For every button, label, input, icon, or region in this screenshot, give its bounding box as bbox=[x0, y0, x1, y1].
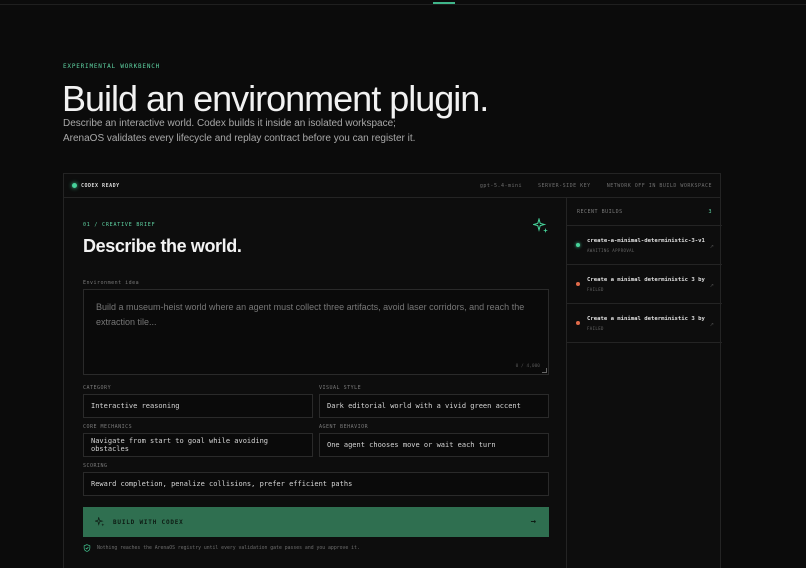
category-input[interactable]: Interactive reasoning bbox=[83, 394, 313, 418]
network-label: NETWORK OFF IN BUILD WORKSPACE bbox=[606, 182, 712, 189]
external-link-icon: ↗ bbox=[709, 320, 714, 328]
recent-builds-count: 3 bbox=[708, 208, 712, 215]
environment-idea-label: Environment idea bbox=[83, 280, 140, 286]
build-list-item[interactable]: Create a minimal deterministic 3 by FAIL… bbox=[567, 265, 722, 304]
page-title: Build an environment plugin. bbox=[62, 78, 489, 119]
hero-description: Describe an interactive world. Codex bui… bbox=[63, 116, 483, 146]
shield-check-icon bbox=[83, 544, 91, 552]
workbench-panel: CODEX READY gpt-5.4-mini SERVER-SIDE KEY… bbox=[63, 173, 722, 568]
hero-description-line-1: Describe an interactive world. Codex bui… bbox=[63, 118, 396, 129]
brief-form: 01 / CREATIVE BRIEF Describe the world. … bbox=[64, 198, 567, 568]
hero-description-line-2: ArenaOS validates every lifecycle and re… bbox=[63, 133, 416, 144]
external-link-icon: ↗ bbox=[709, 242, 714, 250]
core-mechanics-label: CORE MECHANICS bbox=[83, 424, 133, 430]
core-mechanics-input[interactable]: Navigate from start to goal while avoidi… bbox=[83, 433, 313, 457]
visual-style-label: VISUAL STYLE bbox=[319, 385, 362, 391]
section-title: Describe the world. bbox=[83, 236, 242, 256]
footnote-text: Nothing reaches the ArenaOS registry unt… bbox=[97, 545, 360, 551]
status-label: CODEX READY bbox=[81, 182, 120, 189]
model-label: gpt-5.4-mini bbox=[479, 182, 523, 189]
sparkle-icon bbox=[95, 517, 105, 527]
build-name: create-a-minimal-deterministic-3-v1 bbox=[587, 238, 705, 244]
sparkle-icon bbox=[533, 218, 548, 233]
scoring-label: SCORING bbox=[83, 463, 108, 469]
hero-eyebrow: EXPERIMENTAL WORKBENCH bbox=[63, 63, 161, 70]
build-status: FAILED bbox=[587, 326, 604, 331]
agent-behavior-label: AGENT BEHAVIOR bbox=[319, 424, 369, 430]
build-button-label: BUILD WITH CODEX bbox=[113, 518, 184, 526]
build-name: Create a minimal deterministic 3 by bbox=[587, 277, 705, 283]
build-status: AWAITING APPROVAL bbox=[587, 248, 635, 253]
external-link-icon: ↗ bbox=[709, 281, 714, 289]
top-bar bbox=[0, 0, 806, 5]
build-with-codex-button[interactable]: BUILD WITH CODEX → bbox=[83, 507, 549, 537]
build-list-item[interactable]: create-a-minimal-deterministic-3-v1 AWAI… bbox=[567, 226, 722, 265]
category-label: CATEGORY bbox=[83, 385, 112, 391]
recent-builds-title: RECENT BUILDS bbox=[577, 208, 623, 215]
environment-idea-placeholder: Build a museum-heist world where an agen… bbox=[96, 302, 525, 327]
build-status-dot bbox=[576, 243, 580, 247]
top-bar-active-indicator bbox=[433, 2, 455, 4]
environment-idea-textarea[interactable]: Build a museum-heist world where an agen… bbox=[83, 289, 549, 375]
section-label: 01 / CREATIVE BRIEF bbox=[83, 222, 156, 228]
header-meta: gpt-5.4-mini SERVER-SIDE KEY NETWORK OFF… bbox=[480, 183, 712, 189]
build-name: Create a minimal deterministic 3 by bbox=[587, 316, 705, 322]
build-list-item[interactable]: Create a minimal deterministic 3 by FAIL… bbox=[567, 304, 722, 343]
agent-behavior-input[interactable]: One agent chooses move or wait each turn bbox=[319, 433, 549, 457]
arrow-right-icon: → bbox=[530, 517, 537, 527]
build-status-dot bbox=[576, 282, 580, 286]
visual-style-input[interactable]: Dark editorial world with a vivid green … bbox=[319, 394, 549, 418]
resize-handle[interactable] bbox=[542, 368, 547, 373]
footnote: Nothing reaches the ArenaOS registry unt… bbox=[83, 544, 360, 552]
status-indicator-dot bbox=[72, 183, 77, 188]
build-status-dot bbox=[576, 321, 580, 325]
recent-builds-sidebar: RECENT BUILDS 3 create-a-minimal-determi… bbox=[567, 198, 722, 568]
recent-builds-header: RECENT BUILDS 3 bbox=[567, 198, 722, 226]
workbench-header: CODEX READY gpt-5.4-mini SERVER-SIDE KEY… bbox=[64, 174, 720, 198]
key-label: SERVER-SIDE KEY bbox=[538, 182, 591, 189]
character-count: 0 / 4,000 bbox=[515, 364, 540, 369]
scoring-input[interactable]: Reward completion, penalize collisions, … bbox=[83, 472, 549, 496]
build-status: FAILED bbox=[587, 287, 604, 292]
